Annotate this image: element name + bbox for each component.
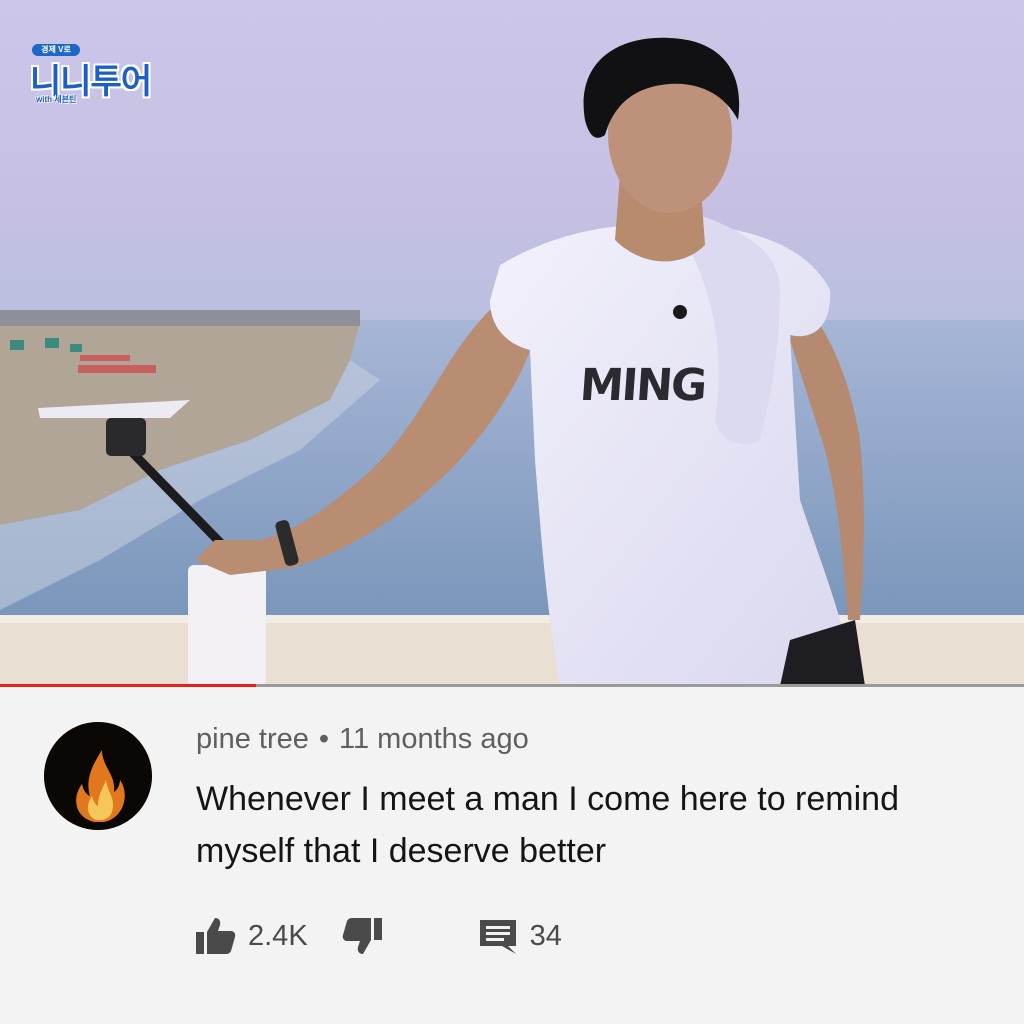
comment-text: Whenever I meet a man I come here to rem… [196, 780, 899, 870]
channel-logo: 경제 V로 니니투어 with 세븐틴 [30, 42, 180, 112]
comment-timestamp[interactable]: 11 months ago [339, 723, 529, 755]
comment-author[interactable]: pine tree [196, 723, 309, 755]
comment-icon [478, 916, 518, 956]
avatar[interactable] [44, 722, 152, 830]
shirt-print: MING [578, 360, 707, 411]
comment-meta: pine tree • 11 months ago [196, 723, 529, 756]
thumbs-down-icon[interactable] [342, 916, 382, 956]
comment-card: pine tree • 11 months ago Whenever I meet … [0, 687, 1024, 1024]
like-count: 2.4K [248, 919, 308, 952]
video-player[interactable]: 경제 V로 니니투어 with 세븐틴 MING [0, 0, 1024, 686]
logo-subtitle: with 세븐틴 [36, 95, 77, 104]
fire-icon [44, 722, 152, 830]
reply-count: 34 [529, 919, 562, 952]
thumbs-up-icon[interactable] [196, 916, 236, 956]
meta-separator: • [318, 723, 330, 755]
comment-actions: 2.4K 34 [196, 916, 562, 956]
reply-button[interactable]: 34 [478, 916, 562, 956]
